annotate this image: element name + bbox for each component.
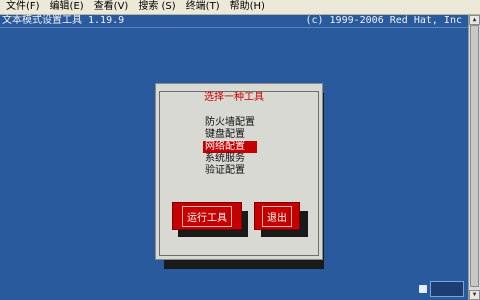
- choose-tool-dialog: 选择一种工具 防火墙配置 键盘配置 网络配置 系统服务 验证配置 运行工具 退出: [155, 83, 323, 260]
- menu-bar: 文件(F) 编辑(E) 查看(V) 搜索 (S) 终端(T) 帮助(H): [0, 0, 480, 15]
- tool-item-network[interactable]: 网络配置: [203, 141, 257, 153]
- logo-badge-icon: [430, 281, 464, 297]
- menu-edit[interactable]: 编辑(E): [46, 0, 88, 14]
- tool-list: 防火墙配置 键盘配置 网络配置 系统服务 验证配置: [203, 117, 257, 177]
- quit-button-label: 退出: [262, 205, 292, 227]
- tool-item-firewall[interactable]: 防火墙配置: [203, 117, 257, 129]
- quit-button[interactable]: 退出: [254, 202, 300, 230]
- run-tool-button-label: 运行工具: [182, 205, 232, 227]
- menu-search[interactable]: 搜索 (S): [134, 0, 179, 14]
- logo-mark-icon: [419, 285, 427, 293]
- copyright-text: (c) 1999-2006 Red Hat, Inc: [305, 15, 462, 26]
- scroll-down-arrow-icon[interactable]: ▼: [469, 290, 480, 300]
- menu-terminal[interactable]: 终端(T): [182, 0, 224, 14]
- corner-logo: [419, 281, 464, 297]
- menu-view[interactable]: 查看(V): [90, 0, 133, 14]
- tool-item-authentication[interactable]: 验证配置: [203, 165, 257, 177]
- terminal-area: 文本模式设置工具 1.19.9 (c) 1999-2006 Red Hat, I…: [0, 15, 480, 300]
- app-title-version: 文本模式设置工具 1.19.9: [2, 15, 125, 26]
- tool-item-system-services[interactable]: 系统服务: [203, 153, 257, 165]
- run-tool-button[interactable]: 运行工具: [172, 202, 242, 230]
- menu-help[interactable]: 帮助(H): [226, 0, 269, 14]
- scrollbar-thumb[interactable]: [470, 25, 479, 287]
- tool-item-keyboard[interactable]: 键盘配置: [203, 129, 257, 141]
- tui-header-bar: 文本模式设置工具 1.19.9 (c) 1999-2006 Red Hat, I…: [0, 15, 468, 28]
- menu-file[interactable]: 文件(F): [2, 0, 44, 14]
- dialog-title: 选择一种工具: [202, 92, 266, 104]
- scroll-up-arrow-icon[interactable]: ▲: [469, 15, 480, 25]
- terminal-scrollbar[interactable]: ▲ ▼: [468, 15, 480, 300]
